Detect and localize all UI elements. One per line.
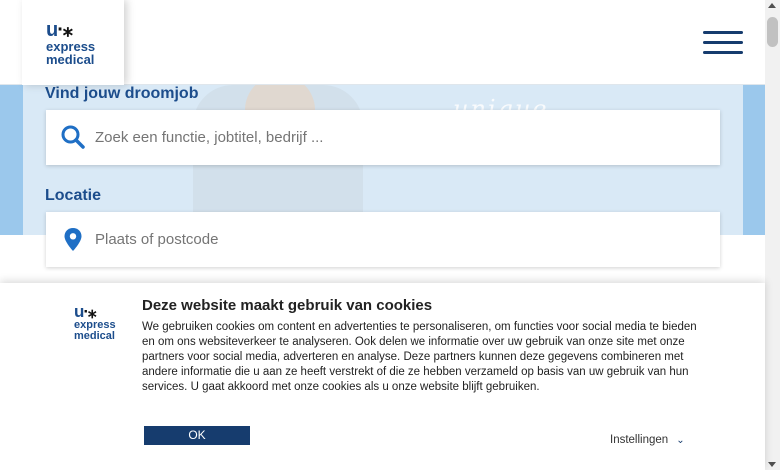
- location-label: Locatie: [45, 187, 102, 204]
- search-icon: [60, 124, 86, 155]
- site-header: u·⁎ express medical: [0, 0, 765, 85]
- scrollbar-thumb[interactable]: [767, 17, 778, 47]
- job-search-field[interactable]: [46, 110, 720, 165]
- cookie-title: Deze website maakt gebruik van cookies: [142, 297, 433, 314]
- location-field[interactable]: [46, 212, 720, 267]
- page: u·⁎ express medical unique Vind jouw dro…: [0, 0, 780, 470]
- cookie-settings-label: Instellingen: [610, 434, 669, 446]
- location-pin-icon: [60, 226, 86, 259]
- location-input[interactable]: [95, 212, 695, 267]
- cookie-settings-button[interactable]: Instellingen ⌄: [610, 434, 685, 446]
- cookie-logo: u·⁎ express medical: [74, 303, 116, 342]
- hamburger-menu-icon[interactable]: [703, 31, 743, 55]
- cookie-banner: u·⁎ express medical Deze website maakt g…: [0, 283, 765, 470]
- scroll-down-arrow-icon[interactable]: [768, 462, 776, 467]
- logo-mark: u·⁎: [46, 19, 73, 41]
- cookie-logo-tagline-2: medical: [74, 330, 115, 342]
- job-search-label: Vind jouw droomjob: [45, 85, 199, 102]
- logo-tagline-2: medical: [46, 52, 95, 67]
- scroll-up-arrow-icon[interactable]: [768, 3, 776, 8]
- cookie-body-text: We gebruiken cookies om content en adver…: [142, 321, 697, 393]
- cookie-logo-mark: u·⁎: [74, 302, 97, 321]
- chevron-down-icon: ⌄: [676, 435, 685, 446]
- site-logo[interactable]: u·⁎ express medical: [22, 0, 124, 85]
- job-search-input[interactable]: [95, 110, 695, 165]
- cookie-ok-button[interactable]: OK: [144, 426, 250, 445]
- vertical-scrollbar[interactable]: [765, 0, 780, 470]
